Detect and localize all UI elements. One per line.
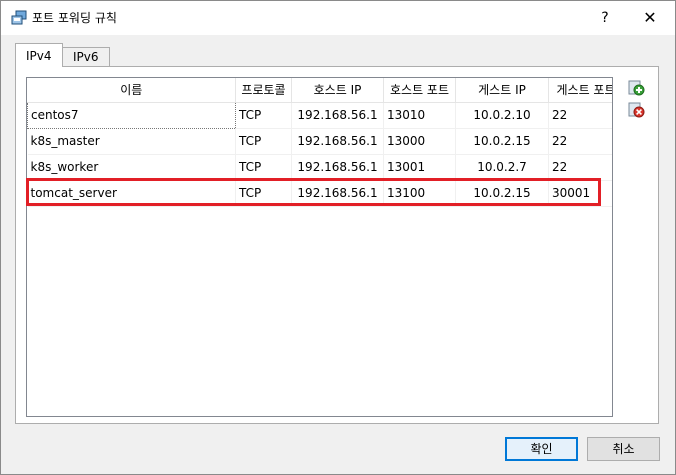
close-button[interactable]: ✕: [627, 3, 673, 33]
table-row[interactable]: k8s_worker TCP 192.168.56.1 13001 10.0.2…: [27, 154, 612, 181]
cell-guest-port[interactable]: 22: [548, 128, 612, 155]
cell-host-port[interactable]: 13100: [383, 180, 456, 207]
column-header-name[interactable]: 이름: [27, 78, 236, 103]
cell-guest-ip[interactable]: 10.0.2.7: [455, 154, 549, 181]
ok-button[interactable]: 확인: [505, 437, 578, 461]
cancel-button[interactable]: 취소: [587, 437, 660, 461]
rules-table[interactable]: 이름 프로토콜 호스트 IP 호스트 포트 게스트 IP 게스트 포트 cent…: [26, 77, 613, 417]
cell-guest-ip[interactable]: 10.0.2.15: [455, 180, 549, 207]
cell-protocol[interactable]: TCP: [235, 128, 292, 155]
cell-protocol[interactable]: TCP: [235, 154, 292, 181]
cell-host-ip[interactable]: 192.168.56.1: [291, 128, 384, 155]
cell-name[interactable]: centos7: [27, 101, 236, 129]
cell-host-port[interactable]: 13000: [383, 128, 456, 155]
tab-ipv6[interactable]: IPv6: [62, 47, 110, 67]
cell-name[interactable]: tomcat_server: [27, 180, 236, 207]
help-button[interactable]: ?: [585, 3, 625, 33]
cell-host-ip[interactable]: 192.168.56.1: [291, 180, 384, 207]
column-header-host-ip[interactable]: 호스트 IP: [291, 78, 384, 103]
cell-guest-port[interactable]: 22: [548, 154, 612, 181]
add-rule-icon[interactable]: [627, 79, 645, 97]
remove-rule-icon[interactable]: [627, 101, 645, 119]
cell-guest-port[interactable]: 30001: [548, 180, 612, 207]
column-header-host-port[interactable]: 호스트 포트: [383, 78, 456, 103]
table-row[interactable]: tomcat_server TCP 192.168.56.1 13100 10.…: [27, 180, 612, 207]
cell-host-ip[interactable]: 192.168.56.1: [291, 102, 384, 129]
port-forwarding-dialog: 포트 포워딩 규칙 ? ✕ IPv4 IPv6 이름 프로토콜 호스트 IP 호…: [0, 0, 676, 475]
tab-panel-ipv4: 이름 프로토콜 호스트 IP 호스트 포트 게스트 IP 게스트 포트 cent…: [15, 66, 659, 424]
column-header-guest-ip[interactable]: 게스트 IP: [455, 78, 549, 103]
table-row[interactable]: k8s_master TCP 192.168.56.1 13000 10.0.2…: [27, 128, 612, 155]
tab-ipv4[interactable]: IPv4: [15, 43, 63, 67]
cell-guest-port[interactable]: 22: [548, 102, 612, 129]
cell-guest-ip[interactable]: 10.0.2.10: [455, 102, 549, 129]
network-app-icon: [11, 10, 27, 25]
cell-host-port[interactable]: 13001: [383, 154, 456, 181]
cell-protocol[interactable]: TCP: [235, 102, 292, 129]
column-header-guest-port[interactable]: 게스트 포트: [548, 78, 612, 103]
dialog-title: 포트 포워딩 규칙: [32, 11, 117, 25]
cell-name[interactable]: k8s_master: [27, 128, 236, 155]
table-header-row: 이름 프로토콜 호스트 IP 호스트 포트 게스트 IP 게스트 포트: [27, 78, 612, 103]
cell-protocol[interactable]: TCP: [235, 180, 292, 207]
cell-guest-ip[interactable]: 10.0.2.15: [455, 128, 549, 155]
title-bar[interactable]: 포트 포워딩 규칙 ? ✕: [1, 1, 675, 35]
table-row[interactable]: centos7 TCP 192.168.56.1 13010 10.0.2.10…: [27, 101, 612, 129]
cell-host-port[interactable]: 13010: [383, 102, 456, 129]
cell-name[interactable]: k8s_worker: [27, 154, 236, 181]
cell-host-ip[interactable]: 192.168.56.1: [291, 154, 384, 181]
column-header-protocol[interactable]: 프로토콜: [235, 78, 292, 103]
